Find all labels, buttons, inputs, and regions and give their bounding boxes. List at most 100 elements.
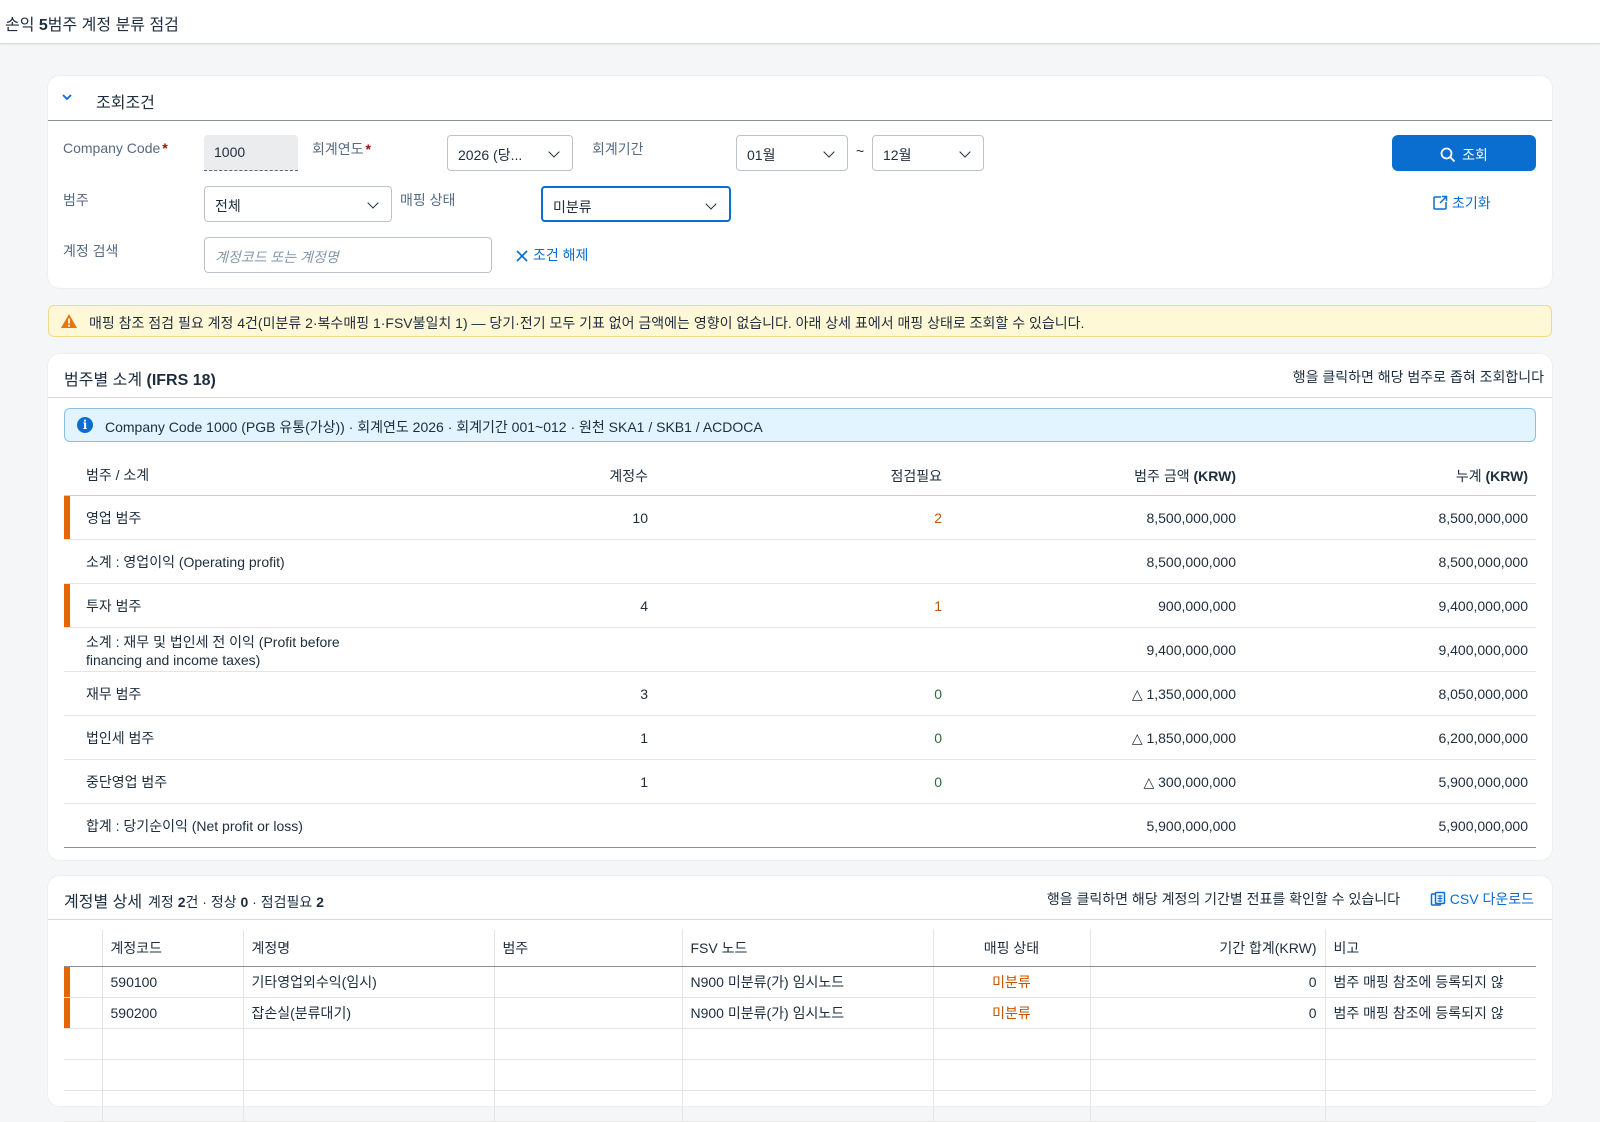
summary-row-label: 법인세 범주 — [86, 730, 155, 746]
empty-cell — [64, 1090, 103, 1122]
summary-row-amount: 9,400,000,000 — [1146, 642, 1236, 658]
cell-mapping-status: 미분류 — [933, 966, 1091, 998]
summary-row-cumulative: 5,900,000,000 — [1438, 774, 1528, 790]
column-header-category: 범주 / 소계 — [86, 467, 150, 483]
cell-category — [494, 966, 683, 998]
summary-row-cumulative: 8,500,000,000 — [1438, 510, 1528, 526]
summary-row-accounts: 4 — [640, 598, 648, 614]
cell-account-name: 기타영업외수익(임시) — [243, 966, 495, 998]
reset-button-label: 초기화 — [1452, 195, 1491, 211]
account-details-card: 계정별 상세 계정 2건 · 정상 0 · 점검필요 2 행을 클릭하면 해당 계… — [48, 876, 1552, 1122]
empty-cell — [243, 1059, 495, 1091]
row-highlight-cell — [64, 966, 103, 998]
cell-fsv-node: N900 미분류(가) 임시노드 — [682, 997, 934, 1029]
summary-row-cumulative: 8,500,000,000 — [1438, 554, 1528, 570]
category-select[interactable]: 전체 — [204, 186, 392, 222]
column-header-account-name[interactable]: 계정명 — [243, 930, 495, 967]
summary-row[interactable]: 합계 : 당기순이익 (Net profit or loss) 5,900,000… — [64, 804, 1536, 848]
column-header-category[interactable]: 범주 — [494, 930, 683, 967]
period-from-select[interactable]: 01월 — [736, 135, 848, 171]
csv-download-button[interactable]: CSV 다운로드 — [1430, 889, 1534, 909]
page-title-prefix: 손익 — [5, 17, 39, 34]
empty-cell — [1090, 1059, 1326, 1091]
summary-row-label: 합계 : 당기순이익 (Net profit or loss) — [86, 818, 303, 834]
info-text: Company Code 1000 (PGB 유통(가상)) · 회계연도 20… — [105, 419, 763, 435]
chevron-down-icon[interactable] — [61, 91, 73, 103]
summary-table: 범주 / 소계 계정수 점검필요 범주 금액 (KRW) 누계 (KRW) 영업… — [64, 452, 1536, 848]
summary-row[interactable]: 투자 범주 4 1 900,000,000 9,400,000,000 — [64, 584, 1536, 628]
filter-panel-header[interactable]: 조회조건 — [48, 76, 1552, 121]
page-header: 손익 5범주 계정 분류 점검 — [0, 0, 1600, 44]
summary-row-cumulative: 8,050,000,000 — [1438, 686, 1528, 702]
empty-table-row — [64, 1028, 1536, 1060]
column-header-cumulative: 누계 (KRW) — [1455, 468, 1528, 484]
warning-text: 매핑 참조 점검 필요 계정 4건(미분류 2·복수매핑 1·FSV불일치 1)… — [89, 315, 1085, 331]
summary-row-amount: 8,500,000,000 — [1146, 554, 1236, 570]
column-header-period-total[interactable]: 기간 합계(KRW) — [1090, 930, 1326, 967]
page-title-bold: 5 — [38, 17, 48, 34]
cell-account-code: 590100 — [102, 966, 244, 998]
table-row[interactable]: 590100 기타영업외수익(임시) N900 미분류(가) 임시노드 미분류 0 범주 … — [64, 966, 1536, 998]
empty-cell — [933, 1090, 1091, 1122]
filter-panel: 조회조건 Company Code * 1000 회계연도 * 2026 (당...… — [48, 76, 1552, 288]
account-search-input[interactable]: 계정코드 또는 계정명 — [204, 237, 492, 273]
empty-cell — [1325, 1090, 1536, 1122]
empty-cell — [933, 1059, 1091, 1091]
empty-cell — [102, 1090, 244, 1122]
details-title: 계정별 상세 계정 2건 · 정상 0 · 점검필요 2 — [64, 894, 324, 911]
mapping-status-select[interactable]: 미분류 — [541, 186, 731, 222]
empty-cell — [494, 1059, 683, 1091]
column-header-fsv-node[interactable]: FSV 노드 — [682, 930, 934, 967]
empty-cell — [243, 1090, 495, 1122]
summary-row[interactable]: 소계 : 재무 및 법인세 전 이익 (Profit before financ… — [64, 628, 1536, 672]
summary-row[interactable]: 재무 범주 3 0 △ 1,350,000,000 8,050,000,000 — [64, 672, 1536, 716]
cell-mapping-status: 미분류 — [933, 997, 1091, 1029]
column-header-mapping-status[interactable]: 매핑 상태 — [933, 930, 1091, 967]
period-label: 회계기간 — [592, 141, 644, 157]
period-to-select[interactable]: 12월 — [872, 135, 984, 171]
summary-row-check: 0 — [934, 774, 942, 790]
summary-row[interactable]: 소계 : 영업이익 (Operating profit) 8,500,000,00… — [64, 540, 1536, 584]
empty-cell — [64, 1028, 103, 1060]
highlight-bar — [64, 997, 70, 1027]
page-title-suffix: 범주 계정 분류 점검 — [47, 17, 179, 34]
summary-row[interactable]: 중단영업 범주 1 0 △ 300,000,000 5,900,000,000 — [64, 760, 1536, 804]
reset-icon — [1433, 195, 1448, 210]
search-button[interactable]: 조회 — [1392, 135, 1536, 171]
table-row[interactable]: 590200 잡손실(분류대기) N900 미분류(가) 임시노드 미분류 0 범주 매핑… — [64, 997, 1536, 1029]
search-icon — [1440, 147, 1456, 163]
clear-conditions-label: 조건 해제 — [533, 247, 589, 263]
summary-row[interactable]: 영업 범주 10 2 8,500,000,000 8,500,000,000 — [64, 496, 1536, 540]
summary-row-amount: △ 1,850,000,000 — [1131, 730, 1236, 746]
summary-row-cumulative: 9,400,000,000 — [1438, 598, 1528, 614]
fiscal-year-select[interactable]: 2026 (당... — [447, 135, 573, 171]
column-header-note[interactable]: 비고 — [1325, 930, 1536, 967]
summary-row-amount: 8,500,000,000 — [1146, 510, 1236, 526]
empty-cell — [494, 1028, 683, 1060]
clear-conditions-button[interactable]: 조건 해제 — [515, 245, 588, 265]
empty-cell — [682, 1028, 934, 1060]
cell-account-code: 590200 — [102, 997, 244, 1029]
details-header: 계정별 상세 계정 2건 · 정상 0 · 점검필요 2 행을 클릭하면 해당 계… — [48, 876, 1552, 920]
column-header-amount: 범주 금액 (KRW) — [1134, 468, 1236, 484]
summary-row[interactable]: 법인세 범주 1 0 △ 1,850,000,000 6,200,000,000 — [64, 716, 1536, 760]
empty-cell — [682, 1090, 934, 1122]
column-header-check: 점검필요 — [890, 468, 942, 484]
filter-panel-title: 조회조건 — [96, 95, 155, 112]
cell-period-total: 0 — [1090, 997, 1326, 1029]
summary-row-amount: △ 1,350,000,000 — [1131, 686, 1236, 702]
details-table-header: 계정코드 계정명 범주 FSV 노드 매핑 상태 기간 합계(KRW) 비고 — [64, 930, 1536, 967]
cell-category — [494, 997, 683, 1029]
required-mark: * — [162, 140, 168, 156]
details-table: 계정코드 계정명 범주 FSV 노드 매핑 상태 기간 합계(KRW) 비고 5… — [64, 930, 1536, 1122]
company-code-field[interactable]: 1000 — [204, 135, 298, 171]
company-code-label: Company Code * — [63, 140, 168, 156]
summary-title: 범주별 소계 (IFRS 18) — [64, 372, 216, 389]
summary-row-amount: △ 300,000,000 — [1143, 774, 1236, 790]
column-header-account-code[interactable]: 계정코드 — [102, 930, 244, 967]
empty-cell — [243, 1028, 495, 1060]
row-highlight-cell — [64, 997, 103, 1029]
reset-button[interactable]: 초기화 — [1432, 193, 1491, 213]
empty-cell — [102, 1028, 244, 1060]
summary-row-label: 소계 : 영업이익 (Operating profit) — [86, 554, 285, 570]
